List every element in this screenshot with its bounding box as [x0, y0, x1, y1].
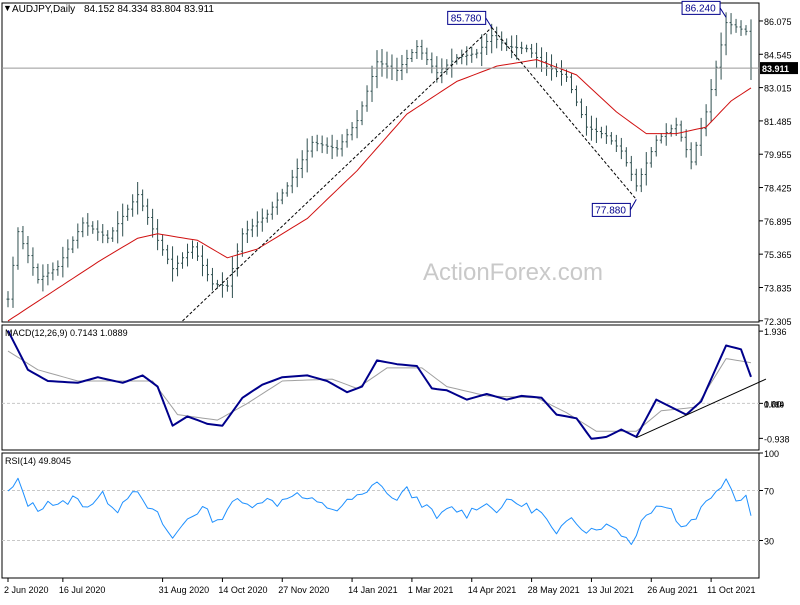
rsi-axis-tick-label: 70 [764, 487, 774, 497]
macd-axis-tick-label: -0.938 [764, 434, 790, 444]
symbol-dropdown-icon[interactable]: ▼ [3, 3, 12, 13]
chart-area: 86.075 84.545 83.015 81.485 79.955 78.425 76.8… [0, 0, 800, 600]
watermark: ActionForex.com [423, 259, 603, 286]
ohlc-readout: 84.152 84.334 83.804 83.911 [84, 4, 214, 15]
x-axis-tick-label: 14 Apr 2021 [468, 585, 517, 595]
x-axis-tick-label: 1 Mar 2021 [408, 585, 454, 595]
price-panel-frame [1, 2, 760, 323]
price-annotation-label: 86.240 [685, 3, 716, 14]
price-panel: 86.075 84.545 83.015 81.485 79.955 78.425 76.8… [1, 0, 798, 327]
rsi-line [7, 477, 752, 545]
price-axis-tick-label: 81.485 [764, 117, 792, 127]
price-axis-tick-label: 79.955 [764, 150, 792, 160]
x-axis-tick-label: 26 Aug 2021 [647, 585, 698, 595]
price-annotation-pointer [485, 17, 493, 28]
rsi-axis-tick-label: 30 [764, 537, 774, 547]
macd-trendline [636, 378, 767, 439]
price-axis-tick-label: 78.425 [764, 184, 792, 194]
chart-svg: 86.075 84.545 83.015 81.485 79.955 78.425 76.8… [1, 0, 798, 595]
price-axis-tick-label: 72.305 [764, 317, 792, 327]
price-axis-tick-label: 76.895 [764, 217, 792, 227]
x-axis-tick-label: 11 Oct 2021 [707, 585, 755, 595]
price-axis-tick-label: 75.365 [764, 250, 792, 260]
x-axis-tick-label: 16 Jul 2020 [59, 585, 106, 595]
price-axis-tick-label: 84.545 [764, 50, 792, 60]
x-axis-tick-label: 13 Jul 2021 [587, 585, 634, 595]
price-axis-tick-label: 73.835 [764, 283, 792, 293]
macd-line [7, 330, 752, 440]
price-axis-tick-label: 86.075 [764, 17, 792, 27]
macd-signal-line [7, 350, 752, 432]
x-axis-tick-label: 14 Oct 2020 [218, 585, 267, 595]
rsi-panel: 100 70 30 RSI(14) 49.8045 [1, 449, 779, 579]
price-annotation-label: 77.880 [595, 205, 626, 216]
x-axis-tick-label: 2 Jun 2020 [4, 585, 49, 595]
macd-axis-tick-label: 1.936 [764, 327, 787, 337]
macd-panel: 1.9360.00-0.938MACD(12,26,9) 0.7143 1.08… [1, 324, 790, 451]
price-annotation-label: 85.780 [451, 13, 482, 24]
x-axis-tick-label: 27 Nov 2020 [278, 585, 329, 595]
moving-average-line [7, 59, 752, 322]
trendline [491, 27, 637, 200]
rsi-axis-tick-label: 100 [764, 449, 779, 459]
rsi-label: RSI(14) 49.8045 [5, 456, 71, 466]
price-annotation-pointer [719, 7, 727, 18]
macd-panel-frame [1, 324, 760, 451]
price-annotation-pointer [629, 199, 637, 211]
x-axis-tick-label: 14 Jan 2021 [348, 585, 398, 595]
price-axis-tick-label: 83.015 [764, 84, 792, 94]
x-axis-tick-label: 28 May 2021 [528, 585, 580, 595]
chart-title: AUDJPY,Daily [12, 4, 75, 15]
macd-value-marker: 0.714 [764, 400, 785, 409]
current-price-label: 83.911 [762, 64, 789, 74]
x-axis: 2 Jun 2020 16 Jul 2020 31 Aug 2020 14 Oct 2… [4, 578, 755, 595]
macd-label: MACD(12,26,9) 0.7143 1.0889 [5, 328, 128, 338]
x-axis-tick-label: 31 Aug 2020 [159, 585, 210, 595]
